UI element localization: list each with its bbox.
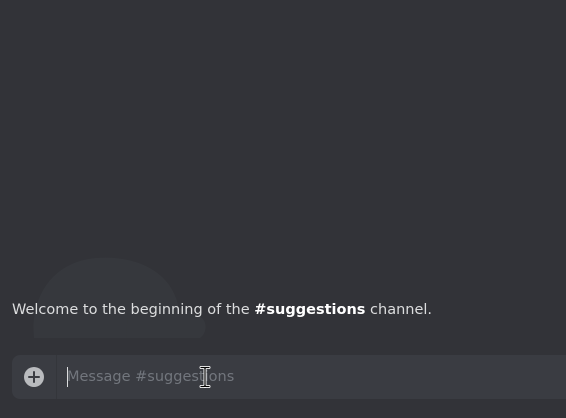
text-caret	[67, 367, 68, 387]
welcome-prefix: Welcome to the beginning of the	[12, 302, 255, 318]
composer-divider	[56, 355, 57, 399]
message-composer	[12, 355, 566, 399]
chat-area: Welcome to the beginning of the #suggest…	[0, 0, 566, 418]
plus-circle-icon[interactable]	[24, 367, 44, 387]
channel-hash-icon	[33, 257, 206, 338]
message-input[interactable]	[67, 355, 566, 399]
channel-welcome-message: Welcome to the beginning of the #suggest…	[12, 300, 432, 320]
channel-name: #suggestions	[254, 302, 366, 318]
welcome-suffix: channel.	[365, 302, 433, 318]
